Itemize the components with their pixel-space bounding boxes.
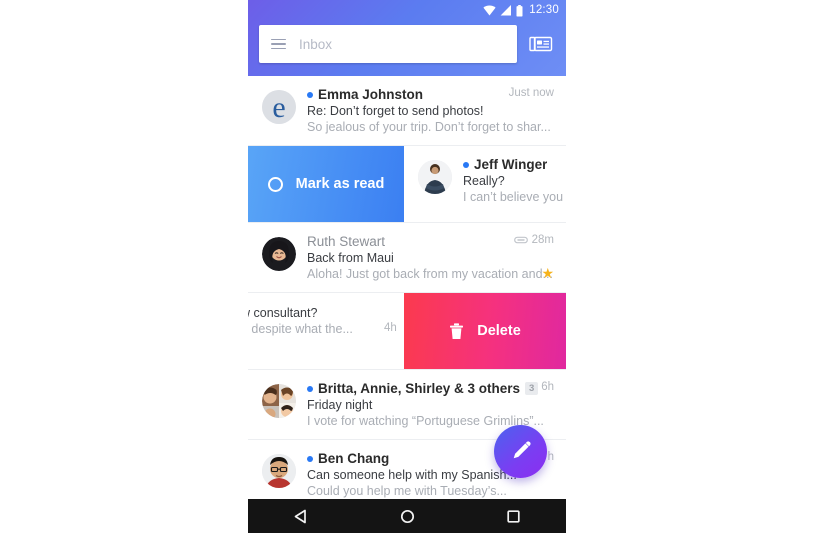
header-row: Inbox [248,21,566,67]
message-snippet: Could you help me with Tuesday’s... [307,484,507,498]
mail-card-icon[interactable] [526,29,556,59]
compose-fab-button[interactable] [494,425,547,478]
table-row-swiped-delete[interactable]: w consultant? e despite what the... 4h D… [248,293,566,370]
table-row-swiped-mark-as-read[interactable]: Mark as read Jeff Winger Really? I can’t… [248,146,566,223]
message-content-shifted[interactable]: Jeff Winger Really? I can’t believe you … [404,146,566,222]
message-snippet: I can’t believe you fe [463,190,566,204]
message-sender: Britta, Annie, Shirley & 3 others [318,381,521,396]
compose-pencil-icon [513,441,531,459]
status-bar-clock: 12:30 [529,3,559,16]
message-sender: Emma Johnston [318,87,424,102]
message-meta: 4h [384,318,397,336]
message-snippet: Aloha! Just got back from my vacation an… [307,267,552,281]
star-icon[interactable]: ★ [541,266,554,280]
avatar [418,160,452,194]
emma-avatar: e [262,90,296,124]
message-subject: Back from Maui [307,251,394,265]
circle-outline-icon [267,176,283,192]
unread-dot [463,161,469,168]
phone-screen: 12:30 Inbox e Emma Johnston Re: Don’t fo… [248,0,566,533]
svg-text:e: e [272,91,285,124]
ben-avatar [262,454,296,488]
unread-dot [307,91,313,98]
message-snippet: So jealous of your trip. Don’t forget to… [307,120,551,134]
app-header: 12:30 Inbox [248,0,566,76]
trash-icon [450,322,464,339]
message-time: 4h [384,322,397,334]
message-time: Just now [508,87,554,99]
signal-icon [500,5,512,16]
android-nav-bar [248,499,566,533]
table-row[interactable]: e Emma Johnston Re: Don’t forget to send… [248,76,566,146]
mark-as-read-label: Mark as read [295,176,385,192]
unread-dot [307,385,313,392]
message-sender: Ruth Stewart [307,234,386,249]
search-input-placeholder[interactable]: Inbox [299,37,332,52]
delete-label: Delete [477,323,521,339]
status-bar: 12:30 [248,0,566,21]
avatar [262,454,296,488]
group-avatar [262,384,296,418]
battery-icon [516,4,523,16]
message-meta: h [548,451,554,463]
message-header-line: Britta, Annie, Shirley & 3 others 3 [307,381,552,396]
mark-as-read-action[interactable]: Mark as read [248,146,404,222]
message-sender: Jeff Winger [474,157,548,172]
table-row[interactable]: Ruth Stewart Back from Maui Aloha! Just … [248,223,566,293]
message-time: 6h [541,381,554,393]
message-header-line: Jeff Winger [463,157,566,172]
message-meta: 28m [513,234,554,246]
attachment-icon [513,236,528,244]
search-bar[interactable]: Inbox [259,25,517,63]
thread-count-badge: 3 [525,381,539,396]
message-subject: Friday night [307,398,373,412]
message-body: Jeff Winger Really? I can’t believe you … [463,157,566,204]
avatar: e [262,90,296,124]
recents-square-icon[interactable] [491,499,535,533]
message-subject: Really? [463,174,505,188]
avatar [262,237,296,271]
message-body: Ruth Stewart Back from Maui Aloha! Just … [307,234,554,281]
message-body: Emma Johnston Re: Don’t forget to send p… [307,87,554,134]
home-circle-icon[interactable] [385,499,429,533]
message-sender: Ben Chang [318,451,390,466]
unread-dot [307,455,313,462]
wifi-icon [483,5,496,16]
hamburger-menu-icon[interactable] [271,38,286,50]
message-time: h [547,451,554,463]
jeff-avatar [418,160,452,194]
ruth-avatar [262,237,296,271]
message-time: 28m [531,234,554,246]
delete-action[interactable]: Delete [404,293,566,369]
message-subject: Re: Don’t forget to send photos! [307,104,484,118]
message-meta: Just now [509,87,554,99]
message-meta: 6h [541,381,554,393]
screenshot-canvas: 12:30 Inbox e Emma Johnston Re: Don’t fo… [0,0,822,533]
avatar [262,384,296,418]
back-triangle-icon[interactable] [279,499,323,533]
message-body: Britta, Annie, Shirley & 3 others 3 Frid… [307,381,554,428]
